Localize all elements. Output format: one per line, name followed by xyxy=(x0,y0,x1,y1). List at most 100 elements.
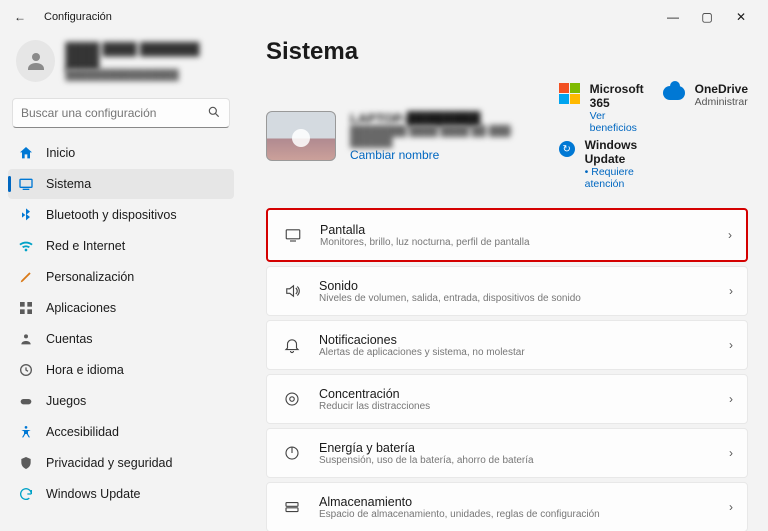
tile-onedrive[interactable]: OneDriveAdministrar xyxy=(663,82,748,134)
row-concentracion[interactable]: ConcentraciónReducir las distracciones › xyxy=(266,374,748,424)
row-title: Notificaciones xyxy=(319,333,525,347)
tile-title: Microsoft 365 xyxy=(590,82,645,110)
top-row: LAPTOP-████████ ████████ ████ ████ ██-██… xyxy=(266,82,748,190)
device-name: LAPTOP-████████ xyxy=(350,111,545,126)
main-content: Sistema LAPTOP-████████ ████████ ████ ██… xyxy=(242,34,768,531)
accounts-icon xyxy=(18,331,34,347)
chevron-right-icon: › xyxy=(729,284,733,298)
account-block[interactable]: ████ ████ ███████ ████ ████████████████ xyxy=(8,34,234,94)
window-title: Configuración xyxy=(44,11,112,23)
sidebar-item-red[interactable]: Red e Internet xyxy=(8,231,234,261)
row-desc: Suspensión, uso de la batería, ahorro de… xyxy=(319,455,534,466)
tile-desc: Requiere atención xyxy=(585,166,645,190)
wallpaper-thumb xyxy=(266,111,336,161)
gaming-icon xyxy=(18,393,34,409)
tile-title: OneDrive xyxy=(695,82,748,96)
sidebar-item-juegos[interactable]: Juegos xyxy=(8,386,234,416)
close-button[interactable]: ✕ xyxy=(724,10,758,24)
row-pantalla[interactable]: PantallaMonitores, brillo, luz nocturna,… xyxy=(266,208,748,262)
storage-icon xyxy=(281,498,303,516)
sidebar-item-label: Aplicaciones xyxy=(46,301,116,315)
row-title: Energía y batería xyxy=(319,441,534,455)
sidebar-item-label: Inicio xyxy=(46,146,75,160)
sidebar-item-label: Sistema xyxy=(46,177,91,191)
avatar xyxy=(16,40,55,82)
row-energia[interactable]: Energía y bateríaSuspensión, uso de la b… xyxy=(266,428,748,478)
system-icon xyxy=(18,176,34,192)
sidebar-item-label: Windows Update xyxy=(46,487,141,501)
bluetooth-icon xyxy=(18,207,34,223)
row-title: Sonido xyxy=(319,279,581,293)
sidebar-item-sistema[interactable]: Sistema xyxy=(8,169,234,199)
row-notificaciones[interactable]: NotificacionesAlertas de aplicaciones y … xyxy=(266,320,748,370)
tile-desc: Ver beneficios xyxy=(590,110,645,134)
sidebar-item-label: Privacidad y seguridad xyxy=(46,456,172,470)
sound-icon xyxy=(281,282,303,300)
accessibility-icon xyxy=(18,424,34,440)
device-info: LAPTOP-████████ ████████ ████ ████ ██-██… xyxy=(266,82,545,190)
ms-logo-icon xyxy=(559,82,580,104)
chevron-right-icon: › xyxy=(728,228,732,242)
row-desc: Espacio de almacenamiento, unidades, reg… xyxy=(319,509,600,520)
row-desc: Reducir las distracciones xyxy=(319,401,430,412)
tile-m365[interactable]: Microsoft 365Ver beneficios xyxy=(559,82,645,134)
sidebar-item-bluetooth[interactable]: Bluetooth y dispositivos xyxy=(8,200,234,230)
shield-icon xyxy=(18,455,34,471)
row-desc: Monitores, brillo, luz nocturna, perfil … xyxy=(320,237,530,248)
sidebar-item-hora[interactable]: Hora e idioma xyxy=(8,355,234,385)
search-icon xyxy=(207,105,221,122)
rename-link[interactable]: Cambiar nombre xyxy=(350,148,545,162)
row-title: Pantalla xyxy=(320,223,530,237)
row-desc: Niveles de volumen, salida, entrada, dis… xyxy=(319,293,581,304)
apps-icon xyxy=(18,300,34,316)
sidebar-item-accesibilidad[interactable]: Accesibilidad xyxy=(8,417,234,447)
wifi-icon xyxy=(18,238,34,254)
sidebar-item-cuentas[interactable]: Cuentas xyxy=(8,324,234,354)
home-icon xyxy=(18,145,34,161)
row-desc: Alertas de aplicaciones y sistema, no mo… xyxy=(319,347,525,358)
sidebar-item-aplicaciones[interactable]: Aplicaciones xyxy=(8,293,234,323)
tile-windows-update[interactable]: ↻ Windows UpdateRequiere atención xyxy=(559,138,645,190)
focus-icon xyxy=(281,390,303,408)
cloud-icon xyxy=(663,82,685,104)
sidebar-nav: Inicio Sistema Bluetooth y dispositivos … xyxy=(8,138,234,509)
chevron-right-icon: › xyxy=(729,392,733,406)
power-icon xyxy=(281,444,303,462)
sidebar-item-label: Hora e idioma xyxy=(46,363,124,377)
sidebar-item-label: Red e Internet xyxy=(46,239,125,253)
sidebar-item-label: Cuentas xyxy=(46,332,93,346)
maximize-button[interactable]: ▢ xyxy=(690,10,724,24)
titlebar: ← Configuración — ▢ ✕ xyxy=(0,0,768,34)
minimize-button[interactable]: — xyxy=(656,10,690,24)
search-input[interactable] xyxy=(21,106,207,120)
update-icon xyxy=(18,486,34,502)
chevron-right-icon: › xyxy=(729,500,733,514)
search-box[interactable] xyxy=(12,98,230,128)
back-button[interactable]: ← xyxy=(10,10,30,24)
quick-tiles: Microsoft 365Ver beneficios OneDriveAdmi… xyxy=(559,82,748,190)
settings-list: PantallaMonitores, brillo, luz nocturna,… xyxy=(266,208,748,531)
sidebar-item-label: Personalización xyxy=(46,270,134,284)
row-almacenamiento[interactable]: AlmacenamientoEspacio de almacenamiento,… xyxy=(266,482,748,531)
chevron-right-icon: › xyxy=(729,446,733,460)
sidebar-item-label: Accesibilidad xyxy=(46,425,119,439)
page-title: Sistema xyxy=(266,38,748,66)
display-icon xyxy=(282,226,304,244)
sidebar: ████ ████ ███████ ████ ████████████████ … xyxy=(0,34,242,531)
person-icon xyxy=(24,49,48,73)
sidebar-item-windows-update[interactable]: Windows Update xyxy=(8,479,234,509)
sidebar-item-personalizacion[interactable]: Personalización xyxy=(8,262,234,292)
update-dot-icon: ↻ xyxy=(559,138,575,160)
brush-icon xyxy=(18,269,34,285)
tile-desc: Administrar xyxy=(695,96,748,108)
sidebar-item-privacidad[interactable]: Privacidad y seguridad xyxy=(8,448,234,478)
tile-title: Windows Update xyxy=(585,138,645,166)
row-sonido[interactable]: SonidoNiveles de volumen, salida, entrad… xyxy=(266,266,748,316)
sidebar-item-inicio[interactable]: Inicio xyxy=(8,138,234,168)
chevron-right-icon: › xyxy=(729,338,733,352)
sidebar-item-label: Juegos xyxy=(46,394,86,408)
device-meta: ████████ ████ ████ ██-███-██████ xyxy=(350,126,545,148)
account-name: ████ ████ ███████ ████ xyxy=(65,42,226,70)
clock-icon xyxy=(18,362,34,378)
row-title: Concentración xyxy=(319,387,430,401)
